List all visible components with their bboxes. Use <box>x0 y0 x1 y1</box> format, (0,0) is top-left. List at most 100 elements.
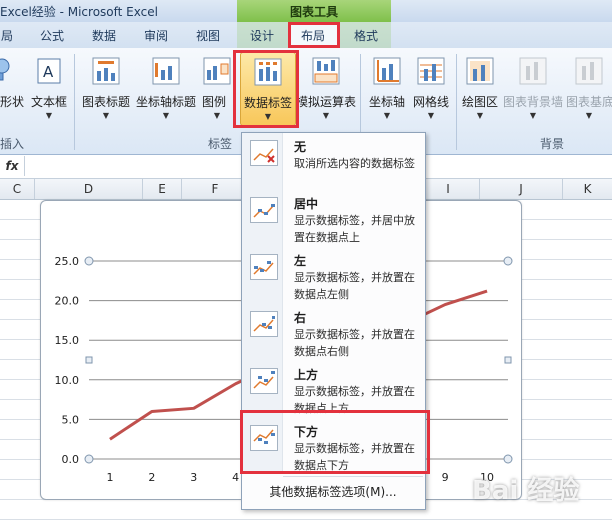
chart-floor-button[interactable]: 图表基底 ▼ <box>566 52 612 124</box>
menu-item-desc: 显示数据标签，并放置在数据点左侧 <box>294 271 415 301</box>
menu-item-center[interactable]: 居中 显示数据标签，并居中放置在数据点上 <box>242 191 424 247</box>
plot-area-handle <box>84 256 94 266</box>
chevron-down-icon: ▼ <box>45 111 53 120</box>
tab-review[interactable]: 审阅 <box>138 26 174 46</box>
chart-floor-label: 图表基底 <box>566 95 612 109</box>
plot-area-handle <box>503 256 513 266</box>
ribbon-separator <box>456 54 457 150</box>
menu-item-desc: 取消所选内容的数据标签 <box>294 157 415 170</box>
chart-floor-icon <box>575 57 603 85</box>
group-labels-label: 标签 <box>208 137 233 151</box>
gridlines-button[interactable]: 网格线 ▼ <box>410 52 452 124</box>
x-tick-label: 3 <box>190 471 197 484</box>
chart-tools-context: 图表工具 <box>237 0 391 22</box>
gridlines-icon <box>417 57 445 85</box>
chevron-down-icon: ▼ <box>476 111 484 120</box>
group-insert-label: 插入 <box>0 137 25 151</box>
highlight-layout-tab <box>288 22 340 48</box>
right-labels-icon <box>250 311 278 337</box>
tab-page-layout[interactable]: 局 <box>0 26 14 46</box>
column-header[interactable]: K <box>563 179 612 199</box>
legend-label: 图例 <box>202 95 227 109</box>
chart-wall-button[interactable]: 图表背景墙 ▼ <box>502 52 564 124</box>
menu-item-title: 右 <box>294 311 307 325</box>
chart-title-button[interactable]: 图表标题 ▼ <box>80 52 132 124</box>
plot-area-label: 绘图区 <box>461 95 498 109</box>
plot-area-icon <box>466 57 494 85</box>
plot-area-handle <box>503 454 513 464</box>
x-tick-label: 4 <box>232 471 239 484</box>
data-table-button[interactable]: 模拟运算表 ▼ <box>296 52 356 124</box>
column-header[interactable]: C <box>0 179 35 199</box>
gridlines-label: 网格线 <box>412 95 449 109</box>
y-tick-label: 0.0 <box>62 453 80 466</box>
menu-item-title: 无 <box>294 140 307 154</box>
menu-item-none[interactable]: 无 取消所选内容的数据标签 <box>242 134 424 190</box>
column-header[interactable]: F <box>182 179 249 199</box>
menu-item-title: 左 <box>294 254 307 268</box>
menu-item-title: 上方 <box>294 368 319 382</box>
more-data-label-options[interactable]: 其他数据标签选项(M)... <box>242 481 424 503</box>
tab-formulas[interactable]: 公式 <box>32 26 72 46</box>
center-labels-icon <box>250 197 278 223</box>
svg-text:A: A <box>43 63 54 81</box>
chevron-down-icon: ▼ <box>102 111 110 120</box>
menu-item-right[interactable]: 右 显示数据标签，并放置在数据点右侧 <box>242 305 424 361</box>
tab-view[interactable]: 视图 <box>190 26 226 46</box>
axes-button[interactable]: 坐标轴 ▼ <box>366 52 408 124</box>
chevron-down-icon: ▼ <box>383 111 391 120</box>
legend-icon <box>203 57 231 85</box>
chart-tools-label: 图表工具 <box>289 5 338 19</box>
y-tick-label: 25.0 <box>55 255 80 268</box>
axes-icon <box>373 57 401 85</box>
data-table-label: 模拟运算表 <box>296 95 357 109</box>
column-header[interactable]: I <box>417 179 480 199</box>
axis-title-label: 坐标轴标题 <box>135 95 196 109</box>
tab-design[interactable]: 设计 <box>244 26 280 46</box>
watermark: Bai 经验 <box>472 476 580 506</box>
highlight-below-option <box>240 410 430 474</box>
highlight-data-labels-button <box>233 50 299 128</box>
axis-title-button[interactable]: 坐标轴标题 ▼ <box>134 52 198 124</box>
chart-title-icon <box>92 57 120 85</box>
window-title: Excel经验 - Microsoft Excel <box>0 5 158 19</box>
textbox-button[interactable]: A 文本框 ▼ <box>28 52 70 124</box>
no-labels-icon <box>250 140 278 166</box>
x-tick-label: 2 <box>148 471 155 484</box>
chevron-down-icon: ▼ <box>322 111 330 120</box>
data-table-icon <box>312 57 340 85</box>
menu-item-desc: 显示数据标签，并居中放置在数据点上 <box>294 214 415 244</box>
chevron-down-icon: ▼ <box>427 111 435 120</box>
plot-area-handle <box>504 356 512 364</box>
legend-button[interactable]: 图例 ▼ <box>202 52 232 124</box>
menu-item-left[interactable]: 左 显示数据标签，并放置在数据点左侧 <box>242 248 424 304</box>
textbox-label: 文本框 <box>30 95 67 109</box>
chart-wall-icon <box>519 57 547 85</box>
menu-item-title: 居中 <box>294 197 319 211</box>
chevron-down-icon: ▼ <box>162 111 170 120</box>
y-tick-label: 20.0 <box>55 295 80 308</box>
fx-button[interactable]: fx <box>0 156 25 176</box>
x-tick-label: 9 <box>442 471 449 484</box>
y-tick-label: 5.0 <box>62 413 80 426</box>
column-header[interactable]: J <box>480 179 563 199</box>
chart-wall-label: 图表背景墙 <box>502 95 563 109</box>
x-tick-label: 1 <box>106 471 113 484</box>
ribbon-separator <box>74 54 75 150</box>
chevron-down-icon: ▼ <box>585 111 593 120</box>
y-tick-label: 15.0 <box>55 334 80 347</box>
column-header[interactable]: E <box>143 179 182 199</box>
chart-title-label: 图表标题 <box>81 95 130 109</box>
tab-format[interactable]: 格式 <box>348 26 384 46</box>
column-header[interactable]: D <box>35 179 143 199</box>
group-background-label: 背景 <box>540 137 565 151</box>
shapes-button[interactable]: 形状 <box>0 52 24 124</box>
plot-area-button[interactable]: 绘图区 ▼ <box>460 52 500 124</box>
menu-item-desc: 显示数据标签，并放置在数据点右侧 <box>294 328 415 358</box>
tab-data[interactable]: 数据 <box>86 26 122 46</box>
plot-area-handle <box>84 454 94 464</box>
chevron-down-icon: ▼ <box>213 111 221 120</box>
shapes-icon <box>0 58 10 81</box>
menu-separator <box>283 476 423 477</box>
plot-area-handle <box>85 356 93 364</box>
